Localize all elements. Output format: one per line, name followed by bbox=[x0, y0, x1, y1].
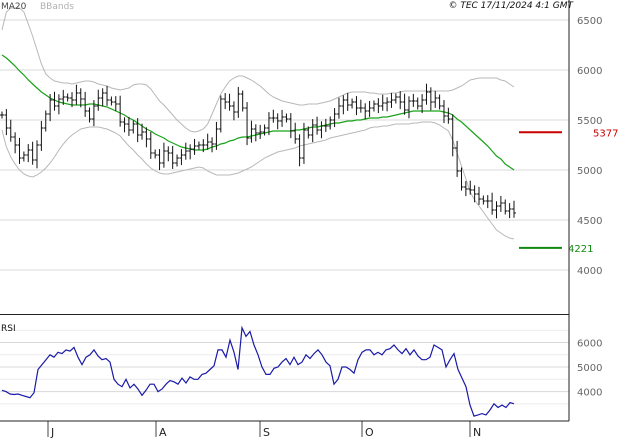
month-tick-label: S bbox=[263, 426, 270, 439]
rsi-tick-label: 4000 bbox=[577, 388, 602, 399]
month-tick-label: O bbox=[365, 426, 374, 439]
copyright-notice: © TEC 17/11/2024 4:1 GMT bbox=[448, 1, 574, 11]
price-tick-label: 5000 bbox=[577, 166, 602, 177]
month-tick-label: J bbox=[50, 426, 54, 439]
support-label: 4221 bbox=[568, 244, 593, 255]
rsi-title: RSI bbox=[1, 324, 16, 334]
price-tick-label: 4500 bbox=[577, 216, 602, 227]
rsi-tick-label: 6000 bbox=[577, 339, 602, 350]
month-tick-label: N bbox=[473, 426, 481, 439]
legend-bbands: BBands bbox=[40, 2, 74, 12]
price-tick-label: 6500 bbox=[577, 16, 602, 27]
stock-chart: 5377 4221 4000 4500 5000 5500 6000 6500 4000 500… bbox=[0, 0, 627, 440]
month-tick-label: A bbox=[159, 426, 167, 439]
price-tick-label: 5500 bbox=[577, 116, 602, 127]
price-tick-label: 4000 bbox=[577, 266, 602, 277]
rsi-tick-label: 5000 bbox=[577, 363, 602, 374]
legend-ma20: MA20 bbox=[1, 2, 27, 12]
resistance-label: 5377 bbox=[593, 128, 618, 139]
price-tick-label: 6000 bbox=[577, 66, 602, 77]
